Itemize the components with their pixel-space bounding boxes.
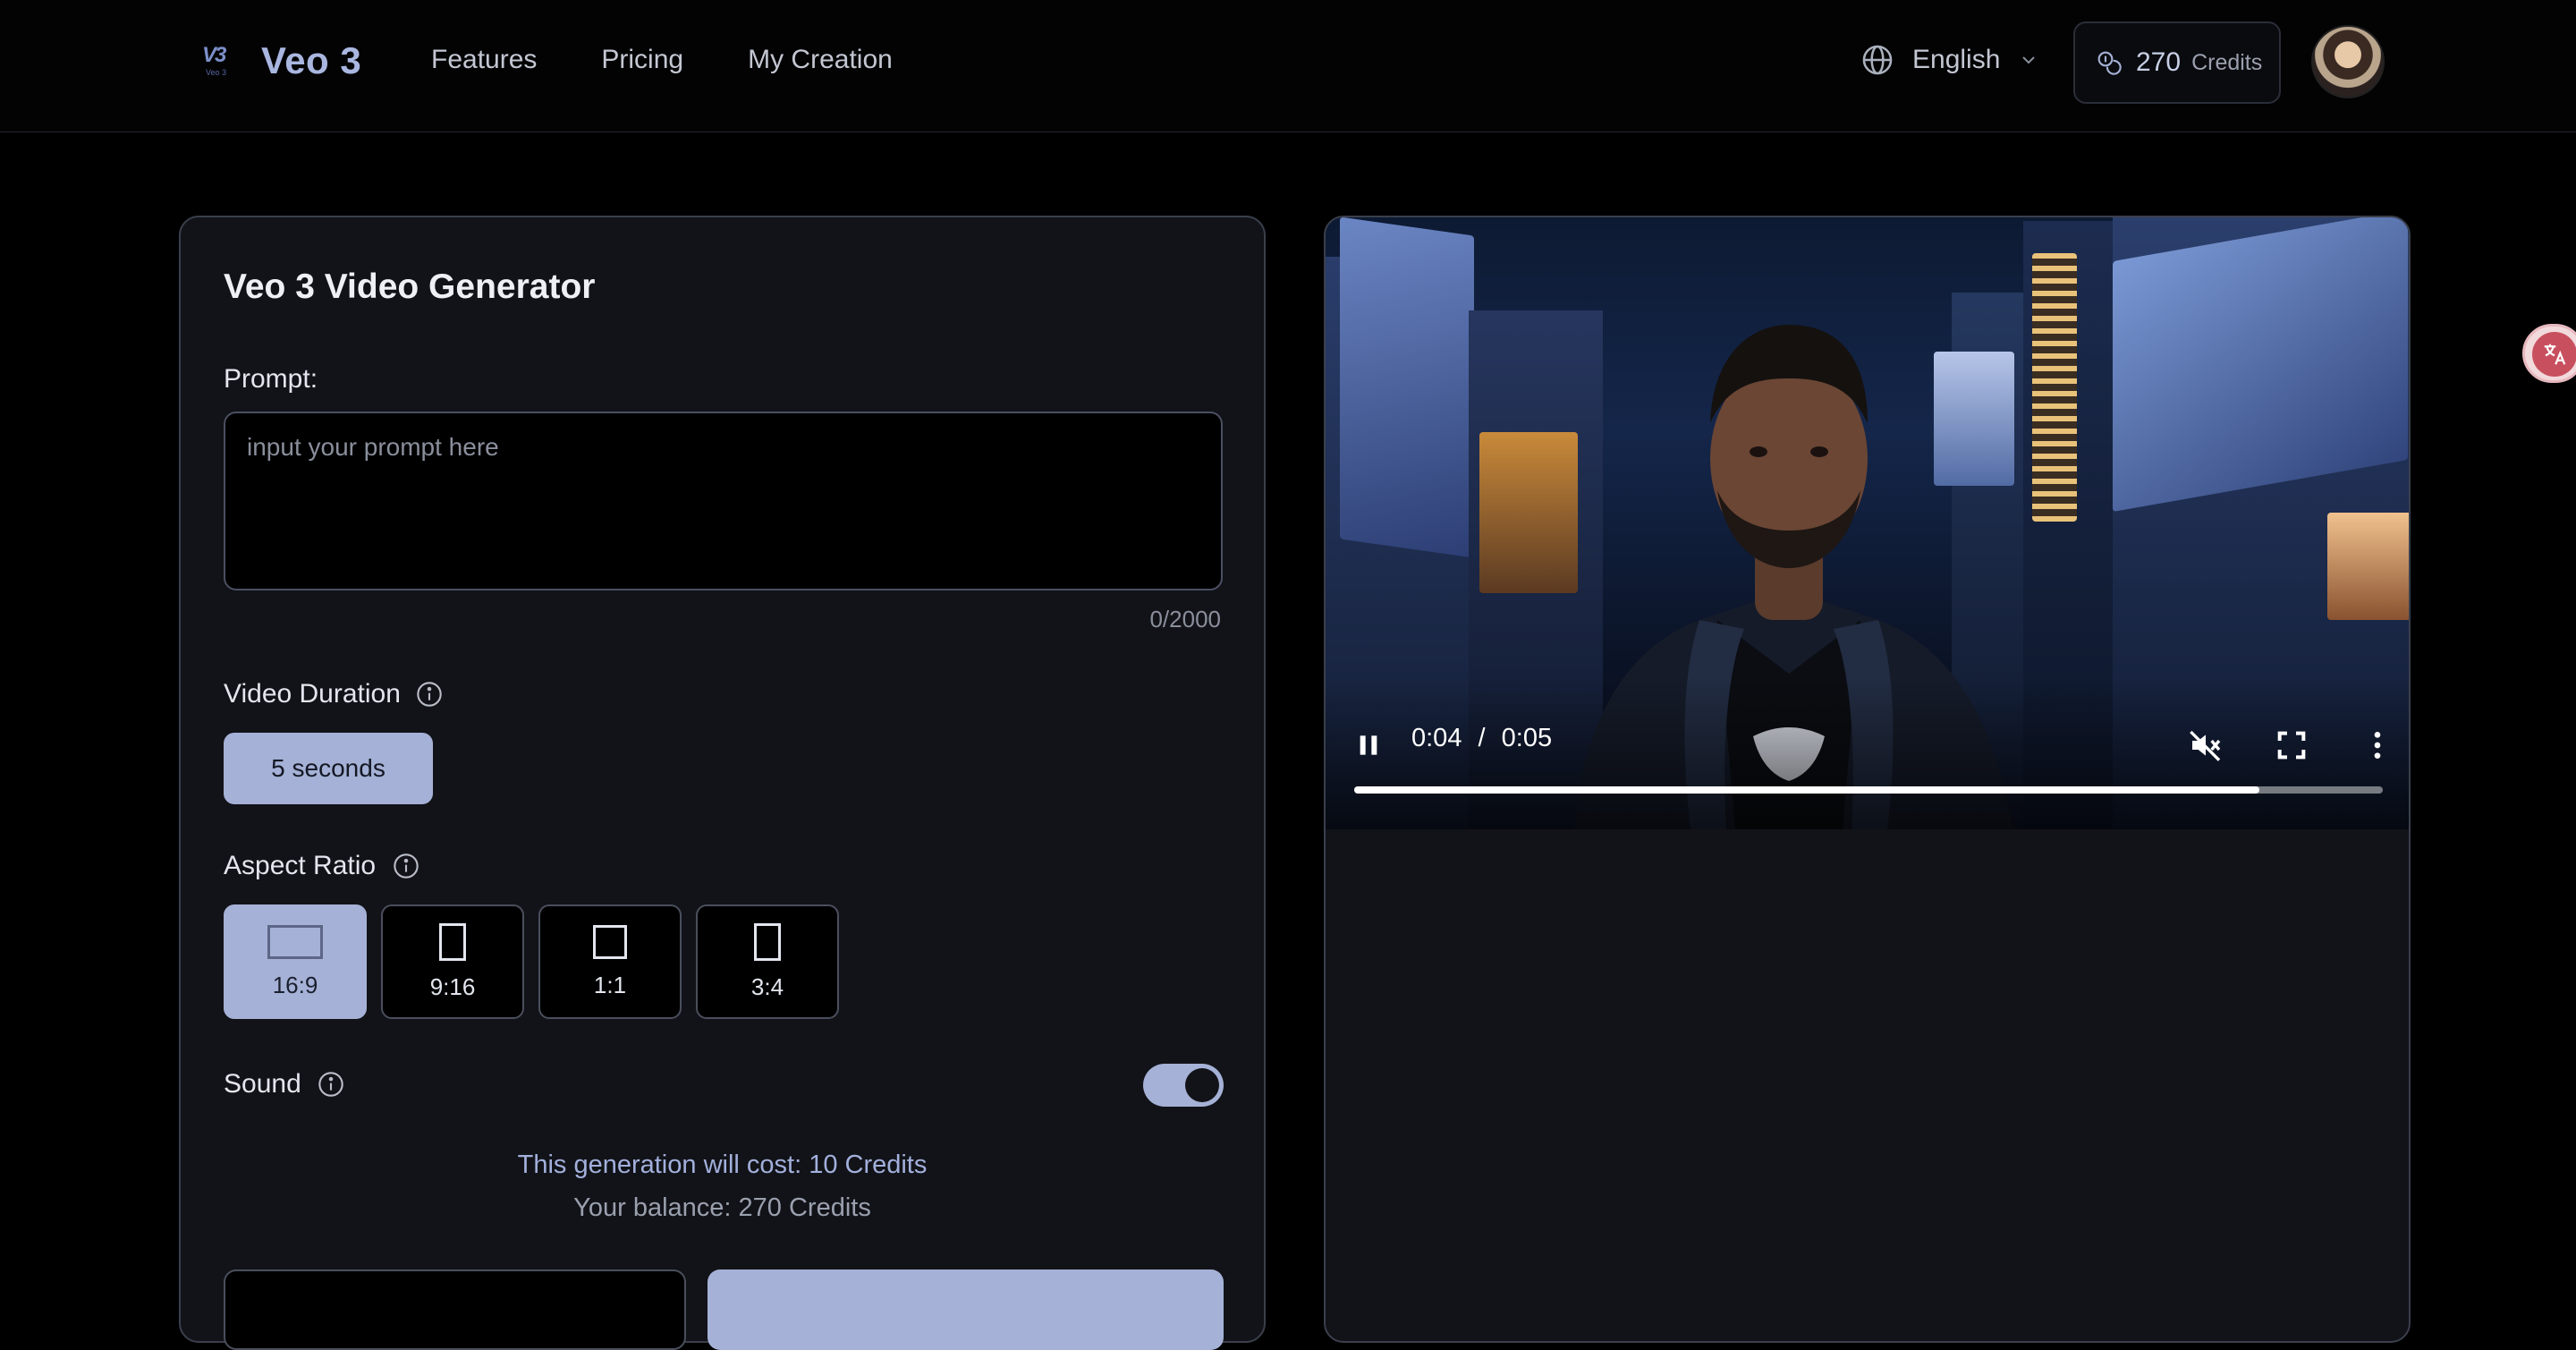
toggle-knob (1185, 1068, 1219, 1102)
chevron-down-icon (2022, 56, 2036, 64)
time-separator: / (1478, 724, 1486, 752)
more-vertical-icon[interactable] (2360, 727, 2395, 763)
nav-pricing[interactable]: Pricing (601, 45, 683, 75)
total-duration: 0:05 (1501, 724, 1553, 752)
credits-badge[interactable]: 270 Credits (2073, 21, 2281, 104)
billboard (1340, 217, 1474, 558)
translate-icon (2532, 332, 2576, 377)
volume-muted-icon[interactable] (2188, 727, 2224, 763)
square-frame-icon (593, 924, 627, 959)
aspect-option-1-1[interactable]: 1:1 (538, 904, 682, 1019)
aspect-option-9-16[interactable]: 9:16 (381, 904, 524, 1019)
video-progress-bar[interactable] (1354, 786, 2383, 794)
video-player[interactable]: 0:04 / 0:05 (1326, 217, 2409, 829)
user-avatar[interactable] (2311, 25, 2385, 98)
logo-mark-text: V3 (202, 43, 226, 67)
info-icon[interactable] (317, 1070, 345, 1099)
top-navbar: V3 Veo 3 Veo 3 Features Pricing My Creat… (0, 0, 2576, 132)
panel-title: Veo 3 Video Generator (224, 267, 596, 306)
brand-logo[interactable]: V3 Veo 3 Veo 3 (200, 39, 361, 82)
generate-button[interactable] (708, 1269, 1224, 1350)
language-selector[interactable]: English (1860, 43, 2039, 77)
lit-windows (2032, 253, 2077, 522)
current-time: 0:04 (1411, 724, 1462, 752)
coins-icon (2097, 51, 2122, 75)
main-nav: Features Pricing My Creation (431, 45, 957, 75)
aspect-ratio-label: Aspect Ratio (224, 851, 377, 880)
credits-value: 270 (2136, 47, 2182, 77)
video-duration-label: Video Duration (224, 679, 401, 709)
logo-mark-subtext: Veo 3 (206, 68, 227, 77)
duration-option-5s[interactable]: 5 seconds (224, 733, 433, 804)
credits-label: Credits (2191, 49, 2263, 75)
aspect-option-label: 1:1 (593, 971, 627, 998)
info-icon[interactable] (415, 680, 444, 709)
aspect-option-3-4[interactable]: 3:4 (696, 904, 839, 1019)
globe-icon (1862, 45, 1893, 75)
language-label: English (1912, 45, 2001, 74)
video-progress-fill (1354, 786, 2259, 794)
fullscreen-icon[interactable] (2274, 727, 2309, 763)
sound-label: Sound (224, 1069, 301, 1099)
translate-widget[interactable] (2522, 324, 2576, 383)
nav-features[interactable]: Features (431, 45, 537, 75)
sound-toggle[interactable] (1143, 1064, 1224, 1107)
generation-cost-text: This generation will cost: 10 Credits (517, 1150, 928, 1179)
aspect-option-label: 16:9 (272, 971, 318, 998)
secondary-action-button[interactable] (224, 1269, 686, 1350)
prompt-char-counter: 0/2000 (1149, 606, 1221, 633)
logo-icon: V3 Veo 3 (200, 41, 240, 81)
aspect-option-label: 9:16 (429, 972, 476, 1000)
brand-name: Veo 3 (261, 39, 362, 81)
pause-icon[interactable] (1354, 731, 1383, 760)
aspect-option-label: 3:4 (750, 972, 784, 1000)
video-time: 0:04 / 0:05 (1411, 724, 1552, 753)
generator-panel: Veo 3 Video Generator Prompt: 0/2000 Vid… (179, 216, 1266, 1350)
preview-panel: 0:04 / 0:05 (1324, 216, 2411, 1343)
info-icon[interactable] (392, 852, 420, 880)
prompt-input[interactable] (224, 412, 1223, 590)
nav-my-creation[interactable]: My Creation (748, 45, 893, 75)
aspect-option-16-9[interactable]: 16:9 (224, 904, 367, 1019)
storefront-light (2327, 513, 2409, 620)
controls-gradient (1326, 677, 2409, 829)
prompt-label: Prompt: (224, 364, 318, 394)
portrait-frame-icon (439, 922, 466, 961)
landscape-frame-icon (267, 924, 323, 959)
balance-text: Your balance: 270 Credits (573, 1193, 871, 1222)
portrait-frame-icon (754, 922, 781, 961)
